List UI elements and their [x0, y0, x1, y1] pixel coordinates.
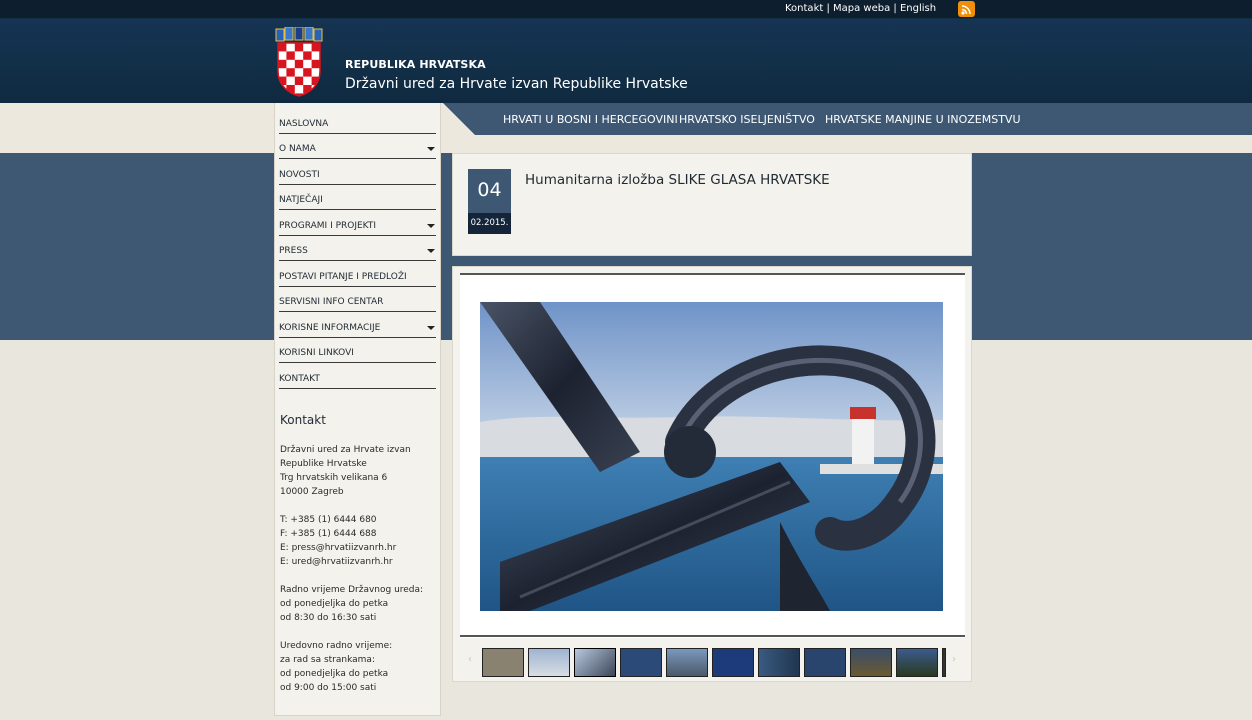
sidebar-item-servisni-info[interactable]: SERVISNI INFO CENTAR: [279, 287, 436, 312]
thumbnail[interactable]: [850, 648, 892, 677]
sidebar-item-o-nama[interactable]: O NAMA: [279, 134, 436, 159]
top-link-sitemap[interactable]: Mapa weba: [833, 3, 890, 14]
contact-phone: T: +385 (1) 6444 680: [280, 515, 377, 525]
office-name[interactable]: Državni ured za Hrvate izvan Republike H…: [345, 76, 688, 92]
main-navigation: HRVATI U BOSNI I HERCEGOVINI HRVATSKO IS…: [443, 103, 1252, 135]
date-month-year: 02.2015.: [468, 213, 511, 234]
contact-email-office[interactable]: E: ured@hrvatiizvanrh.hr: [280, 557, 393, 567]
contact-line: Trg hrvatskih velikana 6: [280, 473, 388, 483]
sidebar-item-press[interactable]: PRESS: [279, 236, 436, 261]
thumbnail[interactable]: [712, 648, 754, 677]
thumbnail[interactable]: [896, 648, 938, 677]
main-photo[interactable]: [480, 302, 943, 611]
contact-line: Radno vrijeme Državnog ureda:: [280, 585, 424, 595]
contact-line: od 8:30 do 16:30 sati: [280, 613, 377, 623]
caret-down-icon: [427, 147, 435, 151]
thumbnail[interactable]: [942, 648, 946, 677]
caret-down-icon: [427, 326, 435, 330]
chevron-left-icon[interactable]: ‹: [468, 654, 472, 665]
thumbnail[interactable]: [528, 648, 570, 677]
contact-line: Državni ured za Hrvate izvan: [280, 445, 411, 455]
contact-heading: Kontakt: [280, 413, 326, 427]
contact-line: za rad sa strankama:: [280, 655, 375, 665]
top-link-english[interactable]: English: [900, 3, 936, 14]
contact-email-press[interactable]: E: press@hrvatiizvanrh.hr: [280, 543, 396, 553]
croatian-coat-of-arms-icon[interactable]: [274, 26, 324, 97]
gallery-stage: [460, 273, 965, 638]
thumbnail[interactable]: [620, 648, 662, 677]
nav-emigration[interactable]: HRVATSKO ISELJENIŠTVO: [679, 113, 815, 126]
article-header: 04 02.2015. Humanitarna izložba SLIKE GL…: [452, 153, 972, 256]
republic-name: REPUBLIKA HRVATSKA: [345, 58, 486, 71]
thumbnail[interactable]: [482, 648, 524, 677]
top-utility-bar: Kontakt | Mapa weba | English: [0, 0, 1252, 18]
sidebar: NASLOVNA O NAMA NOVOSTI NATJEČAJI PROGRA…: [274, 103, 441, 716]
sidebar-item-novosti[interactable]: NOVOSTI: [279, 160, 436, 185]
nav-minorities-abroad[interactable]: HRVATSKE MANJINE U INOZEMSTVU: [825, 113, 1021, 126]
date-badge: 04 02.2015.: [468, 169, 511, 234]
sidebar-item-kontakt[interactable]: KONTAKT: [279, 364, 436, 389]
sidebar-item-korisne-informacije[interactable]: KORISNE INFORMACIJE: [279, 313, 436, 338]
contact-line: Republike Hrvatske: [280, 459, 367, 469]
contact-line: od ponedjeljka do petka: [280, 599, 389, 609]
date-day: 04: [477, 179, 502, 201]
contact-fax: F: +385 (1) 6444 688: [280, 529, 377, 539]
sidebar-item-natjecaji[interactable]: NATJEČAJI: [279, 185, 436, 210]
contact-line: od ponedjeljka do petka: [280, 669, 389, 679]
thumbnail[interactable]: [758, 648, 800, 677]
rss-icon[interactable]: [958, 1, 975, 17]
top-links: Kontakt | Mapa weba | English: [785, 3, 937, 14]
sidebar-item-programi[interactable]: PROGRAMI I PROJEKTI: [279, 211, 436, 236]
caret-down-icon: [427, 249, 435, 253]
nav-bosnia-herzegovina[interactable]: HRVATI U BOSNI I HERCEGOVINI: [503, 113, 678, 126]
sidebar-item-postavi-pitanje[interactable]: POSTAVI PITANJE I PREDLOŽI: [279, 262, 436, 287]
sidebar-item-naslovna[interactable]: NASLOVNA: [279, 109, 436, 134]
sidebar-item-korisni-linkovi[interactable]: KORISNI LINKOVI: [279, 338, 436, 363]
site-header: Kontakt | Mapa weba | English REPUBLIKA …: [0, 0, 1252, 103]
thumbnail-strip: ‹ ›: [460, 635, 965, 679]
thumbnail[interactable]: [574, 648, 616, 677]
caret-down-icon: [427, 224, 435, 228]
top-link-contact[interactable]: Kontakt: [785, 3, 823, 14]
contact-line: od 9:00 do 15:00 sati: [280, 683, 377, 693]
thumbnail[interactable]: [666, 648, 708, 677]
photo-gallery: ‹ ›: [452, 266, 972, 682]
contact-line: 10000 Zagreb: [280, 487, 344, 497]
chevron-right-icon[interactable]: ›: [952, 654, 956, 665]
thumbnail[interactable]: [804, 648, 846, 677]
article-title: Humanitarna izložba SLIKE GLASA HRVATSKE: [525, 172, 830, 188]
contact-line: Uredovno radno vrijeme:: [280, 641, 393, 651]
